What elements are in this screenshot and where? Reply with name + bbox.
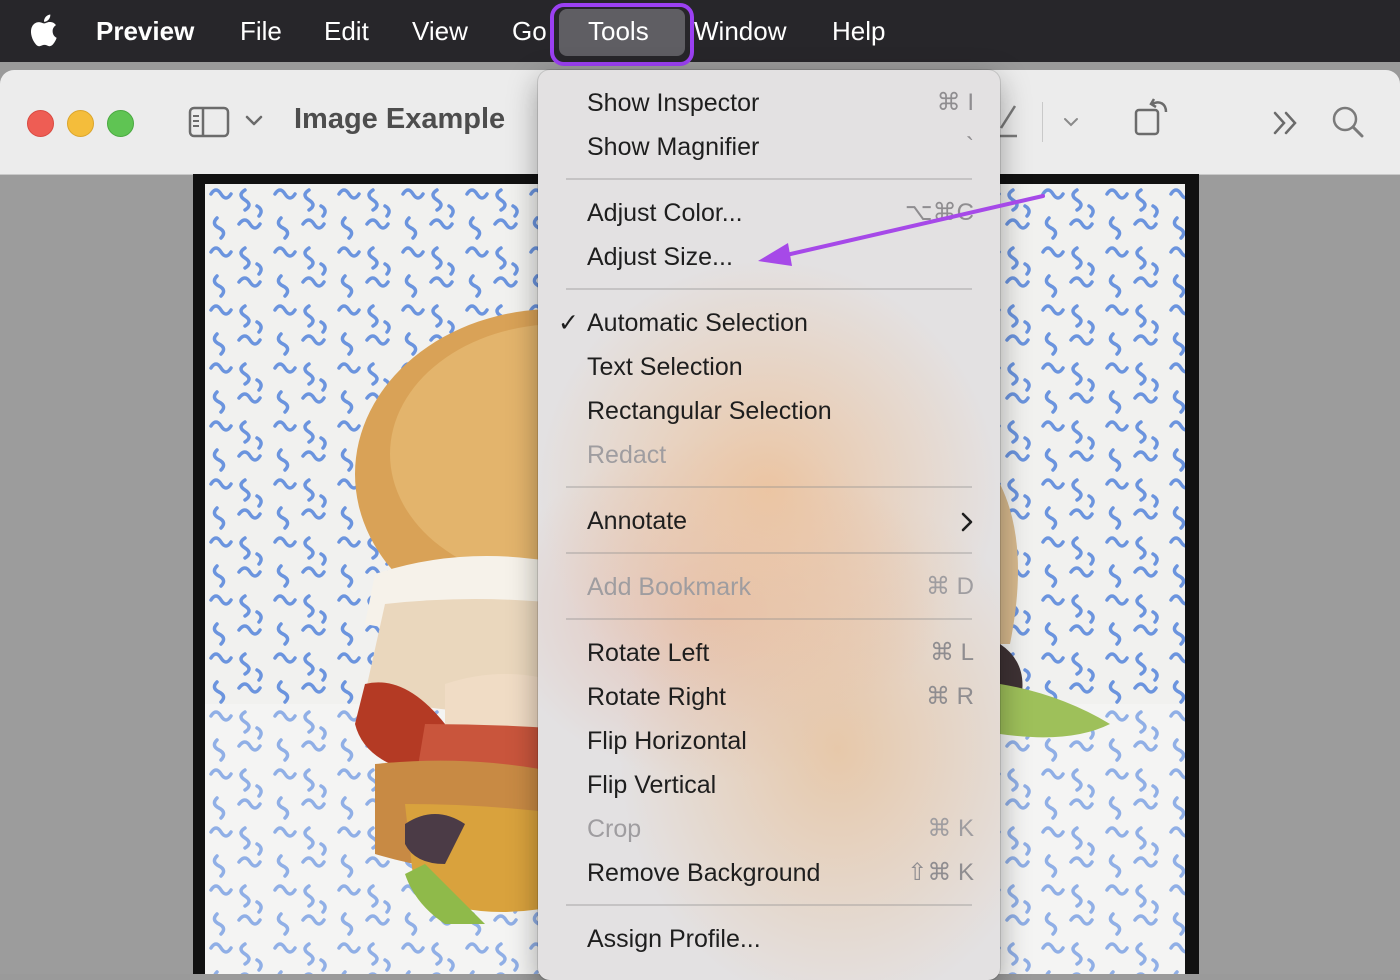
menu-separator <box>566 904 972 906</box>
close-window-button[interactable] <box>27 110 54 137</box>
menu-preview[interactable]: Preview <box>96 0 194 62</box>
menu-item-show-magnifier[interactable]: Show Magnifier ` <box>538 125 1000 169</box>
menu-item-label: Show Inspector <box>587 89 760 117</box>
menu-item-rotate-right[interactable]: Rotate Right ⌘ R <box>538 675 1000 719</box>
menu-edit[interactable]: Edit <box>324 0 369 62</box>
window-title: Image Example <box>294 103 506 135</box>
menu-item-label: Rotate Right <box>587 683 726 711</box>
menu-item-annotate[interactable]: Annotate <box>538 499 1000 543</box>
menu-item-label: Rotate Left <box>587 639 710 667</box>
menu-window[interactable]: Window <box>694 0 786 62</box>
menu-item-text-selection[interactable]: Text Selection <box>538 345 1000 389</box>
menu-go[interactable]: Go <box>512 0 547 62</box>
rotate-icon[interactable] <box>1130 96 1172 140</box>
shortcut-label: ⌘ L <box>929 639 974 666</box>
menu-item-adjust-size[interactable]: Adjust Size... <box>538 235 1000 279</box>
menu-separator <box>566 486 972 488</box>
apple-logo-icon[interactable] <box>28 12 58 48</box>
menu-item-rotate-left[interactable]: Rotate Left ⌘ L <box>538 631 1000 675</box>
shortcut-label: ⌘ I <box>936 89 974 116</box>
menu-separator <box>566 178 972 180</box>
menu-item-add-bookmark: Add Bookmark ⌘ D <box>538 565 1000 609</box>
menu-item-flip-horizontal[interactable]: Flip Horizontal <box>538 719 1000 763</box>
search-icon[interactable] <box>1330 104 1366 140</box>
menu-separator <box>566 618 972 620</box>
menu-item-show-inspector[interactable]: Show Inspector ⌘ I <box>538 81 1000 125</box>
menu-item-flip-vertical[interactable]: Flip Vertical <box>538 763 1000 807</box>
chevron-down-icon[interactable] <box>244 114 264 128</box>
toolbar-divider <box>1042 102 1043 142</box>
menu-item-label: Annotate <box>587 507 688 535</box>
burger-image-right-edge <box>1000 484 1110 738</box>
menu-item-label: Adjust Color... <box>587 199 743 227</box>
menu-separator <box>566 552 972 554</box>
menu-item-label: Redact <box>587 441 667 469</box>
tools-highlight-annotation <box>550 3 694 66</box>
menu-item-label: Flip Horizontal <box>587 727 747 755</box>
checkmark-icon: ✓ <box>558 309 579 337</box>
sidebar-toggle-icon[interactable] <box>188 106 230 138</box>
menu-item-label: Automatic Selection <box>587 309 808 337</box>
menu-item-label: Assign Profile... <box>587 925 761 953</box>
tools-dropdown-menu: Show Inspector ⌘ I Show Magnifier ` Adju… <box>538 70 1000 980</box>
shortcut-label: ⌘ K <box>927 815 974 842</box>
menu-item-label: Text Selection <box>587 353 743 381</box>
menu-item-label: Rectangular Selection <box>587 397 832 425</box>
menu-item-rectangular-selection[interactable]: Rectangular Selection <box>538 389 1000 433</box>
menu-item-label: Show Magnifier <box>587 133 760 161</box>
menu-item-remove-background[interactable]: Remove Background ⇧⌘ K <box>538 851 1000 895</box>
menu-item-automatic-selection[interactable]: ✓ Automatic Selection <box>538 301 1000 345</box>
menu-item-label: Add Bookmark <box>587 573 751 601</box>
menu-file[interactable]: File <box>240 0 282 62</box>
menu-help[interactable]: Help <box>832 0 885 62</box>
menu-item-crop: Crop ⌘ K <box>538 807 1000 851</box>
menu-item-redact: Redact <box>538 433 1000 477</box>
shortcut-label: ` <box>966 133 974 160</box>
zoom-window-button[interactable] <box>107 110 134 137</box>
minimize-window-button[interactable] <box>67 110 94 137</box>
burger-image <box>355 309 565 924</box>
shortcut-label: ⇧⌘ K <box>907 859 974 886</box>
shortcut-label: ⌘ D <box>926 573 974 600</box>
submenu-chevron-icon <box>961 512 973 532</box>
shortcut-label: ⌥⌘C <box>905 199 974 226</box>
shortcut-label: ⌘ R <box>926 683 974 710</box>
menu-item-label: Crop <box>587 815 642 843</box>
menu-item-label: Flip Vertical <box>587 771 717 799</box>
chevron-down-icon[interactable] <box>1062 116 1080 128</box>
more-chevrons-icon[interactable] <box>1270 110 1302 136</box>
menu-bar: Preview File Edit View Go Tools Window H… <box>0 0 1400 66</box>
menu-view[interactable]: View <box>412 0 468 62</box>
menu-item-label: Adjust Size... <box>587 243 733 271</box>
menu-item-label: Remove Background <box>587 859 821 887</box>
menu-item-adjust-color[interactable]: Adjust Color... ⌥⌘C <box>538 191 1000 235</box>
menu-separator <box>566 288 972 290</box>
menu-item-assign-profile[interactable]: Assign Profile... <box>538 917 1000 961</box>
